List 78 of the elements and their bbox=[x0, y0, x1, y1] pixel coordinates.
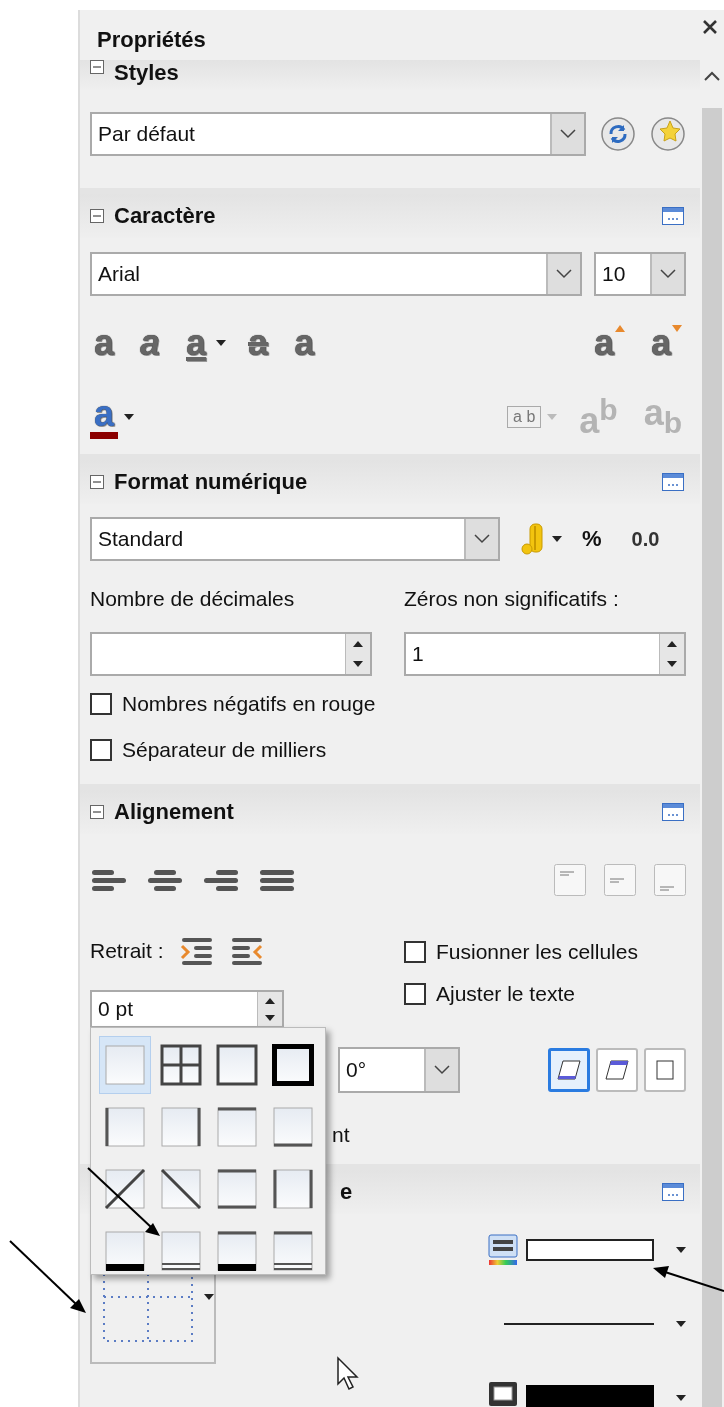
line-color-icon[interactable] bbox=[488, 1381, 518, 1407]
spin-buttons[interactable] bbox=[659, 634, 684, 674]
increase-indent-icon[interactable] bbox=[179, 936, 214, 966]
align-right-icon[interactable] bbox=[202, 868, 240, 892]
border-color-swatch[interactable] bbox=[526, 1239, 654, 1261]
caret-icon bbox=[552, 536, 562, 542]
font-size-dropdown[interactable]: 10 bbox=[594, 252, 686, 296]
checkbox-label: nt bbox=[332, 1123, 350, 1147]
line-color-swatch[interactable] bbox=[526, 1385, 654, 1407]
caret-icon bbox=[676, 1247, 686, 1253]
scroll-up-icon[interactable] bbox=[703, 70, 721, 82]
percent-button[interactable]: % bbox=[582, 526, 602, 552]
text-orientation-icon bbox=[604, 1059, 630, 1081]
checkbox-label: Nombres négatifs en rouge bbox=[122, 692, 376, 716]
checkbox-label: Fusionner les cellules bbox=[436, 940, 638, 964]
more-options-icon[interactable] bbox=[662, 1183, 684, 1201]
field-label: Nombre de décimales bbox=[90, 587, 296, 611]
caret-icon bbox=[676, 1395, 686, 1401]
rotation-dropdown[interactable]: 0° bbox=[338, 1047, 460, 1093]
checkbox-label: Séparateur de milliers bbox=[122, 738, 327, 762]
align-left-icon[interactable] bbox=[90, 868, 128, 892]
justify-icon[interactable] bbox=[258, 868, 296, 892]
caret-icon[interactable] bbox=[124, 414, 135, 420]
more-options-icon[interactable] bbox=[662, 803, 684, 821]
decimal-button[interactable]: 0.0 bbox=[631, 527, 660, 551]
indent-label: Retrait : bbox=[90, 939, 164, 963]
collapse-icon[interactable] bbox=[90, 805, 104, 819]
indent-spin-field[interactable]: 0 pt bbox=[90, 990, 284, 1028]
scrollbar-thumb[interactable] bbox=[702, 108, 722, 1407]
chevron-down-icon[interactable] bbox=[474, 534, 490, 544]
orientation-button[interactable] bbox=[644, 1048, 686, 1092]
checkbox-label: Ajuster le texte bbox=[436, 982, 575, 1006]
section-title: Alignement bbox=[114, 799, 235, 825]
caret-icon bbox=[204, 1294, 214, 1300]
panel-title: Propriétés bbox=[97, 26, 206, 53]
shadow-icon[interactable]: a bbox=[290, 325, 319, 361]
refresh-style-icon[interactable] bbox=[600, 116, 636, 152]
number-format-dropdown[interactable]: Standard bbox=[90, 517, 500, 561]
bold-icon[interactable]: a bbox=[90, 325, 119, 361]
style-dropdown[interactable]: Par défaut bbox=[90, 112, 586, 156]
more-options-icon[interactable] bbox=[662, 473, 684, 491]
checkbox[interactable] bbox=[90, 693, 112, 715]
section-title: Styles bbox=[114, 60, 180, 86]
mouse-pointer-icon bbox=[336, 1356, 362, 1392]
field-label: Zéros non significatifs : bbox=[404, 587, 620, 611]
section-title: Format numérique bbox=[114, 469, 309, 495]
italic-icon[interactable]: a bbox=[136, 325, 165, 361]
checkbox[interactable] bbox=[90, 739, 112, 761]
border-color-icon[interactable] bbox=[488, 1234, 518, 1266]
caret-icon bbox=[676, 1321, 686, 1327]
new-style-icon[interactable] bbox=[650, 116, 686, 152]
spin-buttons[interactable] bbox=[257, 992, 282, 1026]
font-name-dropdown[interactable]: Arial bbox=[90, 252, 582, 296]
section-title: Caractère bbox=[114, 203, 217, 229]
chevron-down-icon[interactable] bbox=[434, 1065, 450, 1075]
text-orientation-icon bbox=[556, 1059, 582, 1081]
chevron-down-icon[interactable] bbox=[560, 129, 576, 139]
chevron-down-icon[interactable] bbox=[660, 269, 676, 279]
spin-buttons[interactable] bbox=[345, 634, 370, 674]
decrease-indent-icon[interactable] bbox=[229, 936, 264, 966]
chevron-down-icon[interactable] bbox=[556, 269, 572, 279]
more-options-icon[interactable] bbox=[662, 207, 684, 225]
zeros-spin-field[interactable]: 1 bbox=[404, 632, 686, 676]
orientation-button[interactable] bbox=[596, 1048, 638, 1092]
section-title: e bbox=[339, 1179, 354, 1205]
close-icon[interactable] bbox=[702, 19, 718, 35]
checkbox[interactable] bbox=[404, 983, 426, 1005]
strikethrough-icon[interactable]: a bbox=[244, 325, 273, 361]
checkbox[interactable] bbox=[404, 941, 426, 963]
collapse-icon[interactable] bbox=[90, 209, 104, 223]
caret-icon[interactable] bbox=[216, 340, 227, 346]
align-center-icon[interactable] bbox=[146, 868, 184, 892]
decimals-spin-field[interactable] bbox=[90, 632, 372, 676]
underline-icon[interactable]: a bbox=[182, 325, 211, 361]
orientation-button[interactable] bbox=[548, 1048, 590, 1092]
collapse-icon[interactable] bbox=[90, 60, 104, 74]
collapse-icon[interactable] bbox=[90, 475, 104, 489]
annotation-arrow bbox=[653, 1266, 724, 1292]
